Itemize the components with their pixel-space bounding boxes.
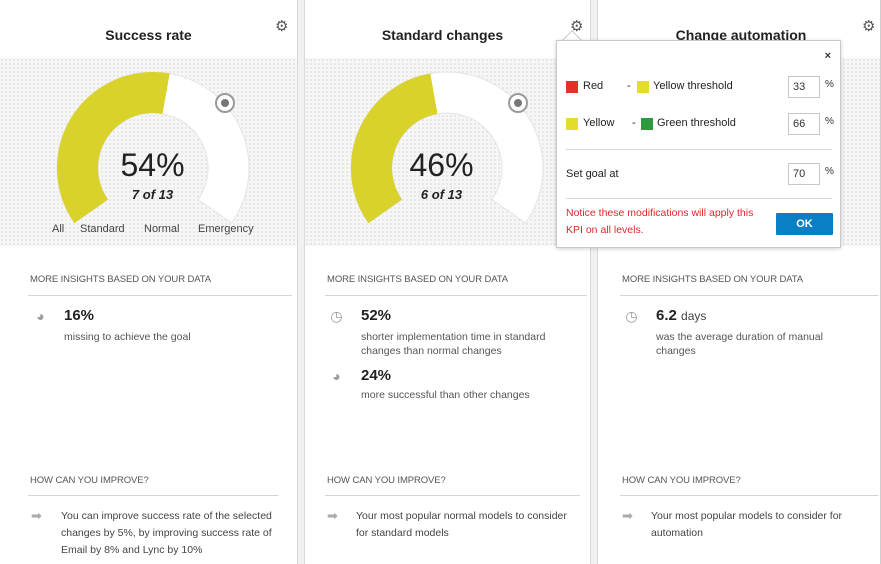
percent-label: % [825, 116, 834, 127]
improve-heading: HOW CAN YOU IMPROVE? [622, 475, 741, 486]
gauge-percent: 54% [120, 147, 185, 183]
panel-divider [297, 0, 305, 564]
category-emergency[interactable]: Emergency [198, 223, 254, 235]
insight-value: 6.2 days [656, 307, 706, 324]
green-threshold-label: Green threshold [657, 117, 736, 129]
gear-icon[interactable]: ⚙ [275, 19, 288, 34]
insights-heading: MORE INSIGHTS BASED ON YOUR DATA [622, 274, 804, 285]
yellow-label: Yellow [583, 117, 615, 129]
divider [566, 198, 832, 199]
ok-button[interactable]: OK [776, 213, 833, 235]
arrow-right-icon: ➡ [31, 508, 42, 523]
divider [566, 149, 832, 150]
goal-label: Set goal at [566, 168, 619, 180]
standard-changes-panel: Standard changes ⚙ 46% 6 of 13 MORE INSI… [305, 0, 590, 564]
insights-heading: MORE INSIGHTS BASED ON YOUR DATA [30, 274, 212, 285]
divider [325, 295, 587, 296]
goal-input[interactable] [788, 163, 820, 185]
gauge-percent: 46% [409, 147, 474, 183]
category-all[interactable]: All [52, 223, 64, 235]
pie-icon: ◕ [332, 368, 341, 384]
yellow-threshold-input[interactable] [788, 76, 820, 98]
category-normal[interactable]: Normal [144, 223, 179, 235]
arrow-right-icon: ➡ [327, 508, 338, 523]
arrow-right-icon: ➡ [622, 508, 633, 523]
insight-desc: shorter implementation time in standard … [361, 331, 546, 357]
percent-label: % [825, 79, 834, 90]
insight-value: 24% [361, 367, 392, 384]
red-swatch [566, 81, 578, 93]
panel-title: Success rate [105, 27, 192, 43]
threshold-popup: × Red - Yellow threshold % Yellow - Gree… [556, 40, 841, 248]
notice-text: Notice these modifications will apply th… [566, 207, 754, 236]
insights-heading: MORE INSIGHTS BASED ON YOUR DATA [327, 274, 509, 285]
success-rate-panel: Success rate ⚙ 54% 7 of 13 All Standard … [0, 0, 297, 564]
improve-text: Your most popular normal models to consi… [356, 510, 567, 539]
insight-value: 52% [361, 307, 392, 324]
improve-heading: HOW CAN YOU IMPROVE? [30, 475, 149, 486]
green-swatch [641, 118, 653, 130]
yellow-swatch [566, 118, 578, 130]
green-threshold-input[interactable] [788, 113, 820, 135]
close-icon[interactable]: × [825, 50, 831, 62]
divider [620, 295, 878, 296]
category-standard[interactable]: Standard [80, 223, 125, 235]
insight-desc: missing to achieve the goal [64, 331, 191, 343]
divider [28, 495, 278, 496]
red-label: Red [583, 80, 604, 92]
yellow-swatch [637, 81, 649, 93]
insight-number: 6.2 [656, 307, 677, 324]
clock-icon: ◷ [625, 308, 638, 324]
gauge-count: 6 of 13 [420, 187, 463, 202]
divider [620, 495, 878, 496]
insight-unit: days [681, 309, 707, 323]
gear-icon[interactable]: ⚙ [862, 19, 875, 34]
improve-heading: HOW CAN YOU IMPROVE? [327, 475, 446, 486]
yellow-threshold-label: Yellow threshold [653, 80, 733, 92]
percent-label: % [825, 166, 834, 177]
improve-text: Your most popular models to consider for… [651, 510, 843, 539]
divider [325, 495, 580, 496]
panel-title: Standard changes [381, 27, 504, 43]
improve-text: You can improve success rate of the sele… [61, 510, 272, 556]
gauge-handle-dot [221, 99, 229, 107]
insight-desc: more successful than other changes [361, 389, 530, 401]
gauge-handle-dot [514, 99, 522, 107]
dash: - [627, 80, 631, 92]
gauge-count: 7 of 13 [131, 187, 174, 202]
gauge-area: 54% 7 of 13 [0, 58, 297, 246]
insight-value: 16% [64, 307, 95, 324]
dash: - [632, 117, 636, 129]
insight-desc: was the average duration of manual chang… [656, 331, 823, 357]
pie-icon: ◕ [36, 308, 45, 324]
divider [28, 295, 292, 296]
clock-icon: ◷ [330, 308, 343, 324]
gauge-area: 46% 6 of 13 [305, 58, 590, 246]
